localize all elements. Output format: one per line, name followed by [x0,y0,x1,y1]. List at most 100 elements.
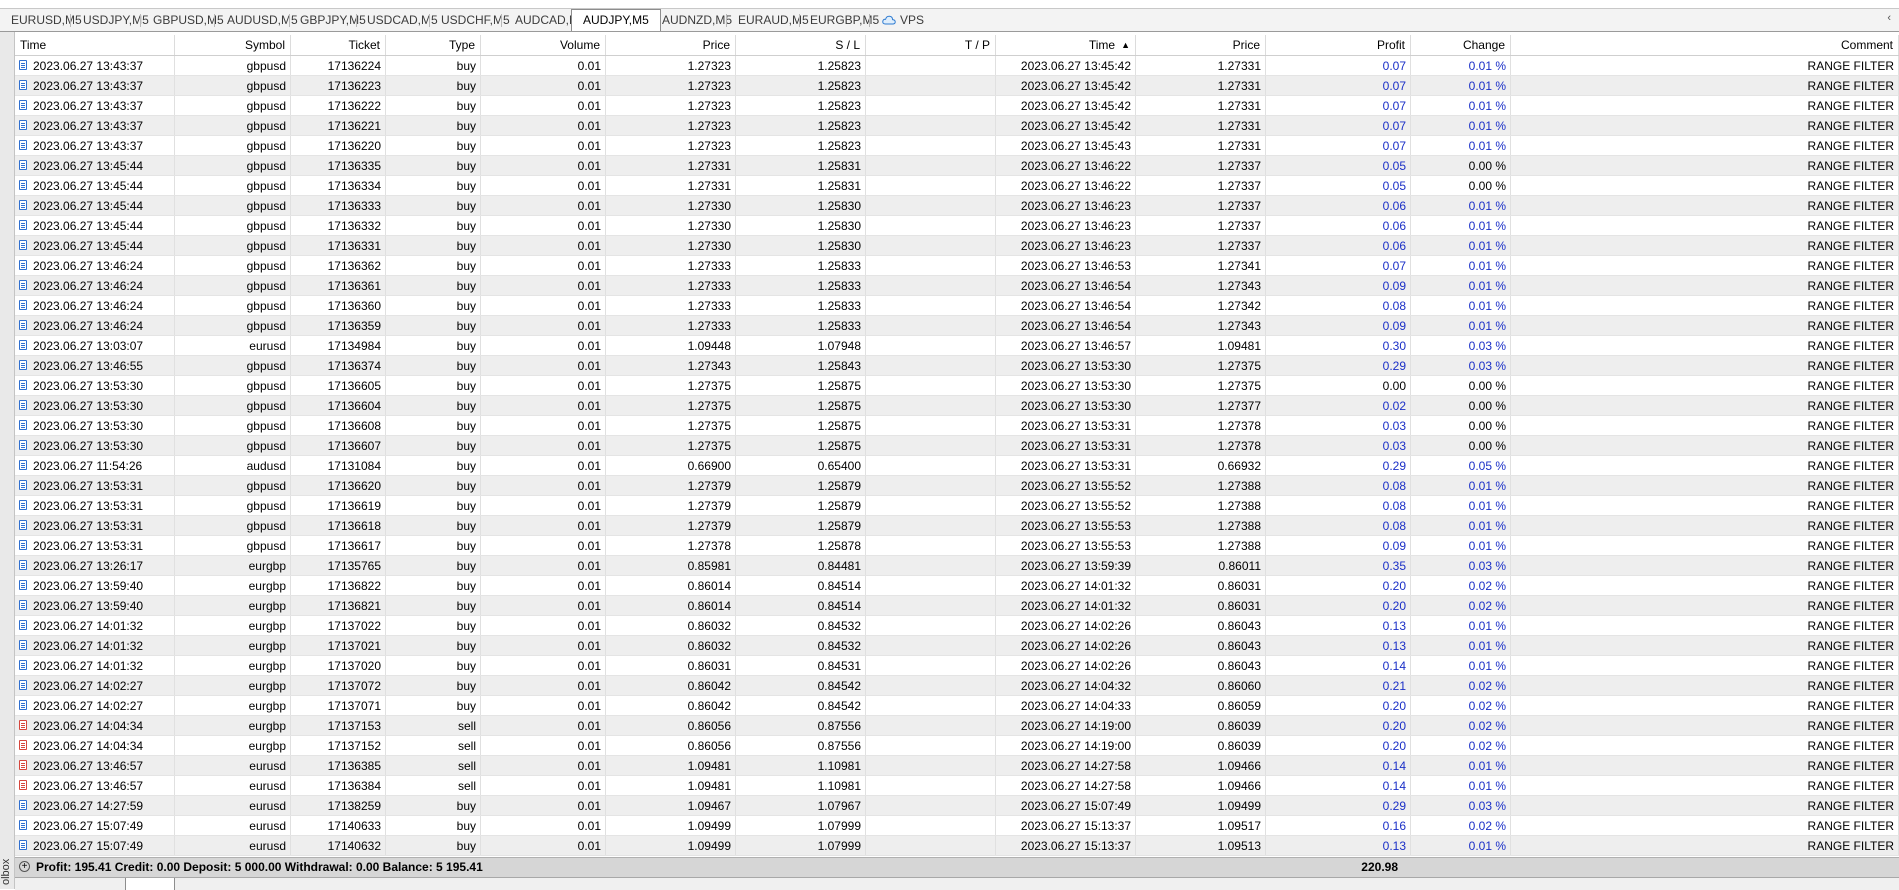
table-row[interactable]: 2023.06.27 14:04:34 eurgbp 17137152 sell 0.0… [15,736,1899,756]
table-row[interactable]: 2023.06.27 13:46:57 eurusd 17136385 sell 0.0… [15,756,1899,776]
table-row[interactable]: 2023.06.27 13:43:37 gbpusd 17136221 buy 0.01… [15,116,1899,136]
tab-usdcad-m5[interactable]: USDCAD,M5 [365,11,438,29]
cell-value: 0.20 [1382,579,1406,593]
cell-tp [866,576,996,595]
cell-value: 1.25830 [817,219,861,233]
table-row[interactable]: 2023.06.27 13:45:44 gbpusd 17136332 buy 0.01… [15,216,1899,236]
cell-price-close: 1.09513 [1136,836,1266,855]
table-row[interactable]: 2023.06.27 13:53:30 gbpusd 17136604 buy 0.01… [15,396,1899,416]
cell-type: buy [386,796,481,815]
table-row[interactable]: 2023.06.27 13:46:57 eurusd 17136384 sell 0.0… [15,776,1899,796]
table-row[interactable]: 2023.06.27 13:53:31 gbpusd 17136617 buy 0.01… [15,536,1899,556]
column-header-sl[interactable]: S / L [736,35,866,55]
table-row[interactable]: 2023.06.27 14:02:27 eurgbp 17137071 buy 0.01… [15,696,1899,716]
cell-volume: 0.01 [481,756,606,775]
table-row[interactable]: 2023.06.27 14:04:34 eurgbp 17137153 sell 0.0… [15,716,1899,736]
table-row[interactable]: 2023.06.27 13:03:07 eurusd 17134984 buy 0.01… [15,336,1899,356]
table-row[interactable]: 2023.06.27 13:43:37 gbpusd 17136224 buy 0.01… [15,56,1899,76]
table-row[interactable]: 2023.06.27 11:54:26 audusd 17131084 buy 0.01… [15,456,1899,476]
expand-plus-icon[interactable]: + [19,861,30,872]
table-row[interactable]: 2023.06.27 13:43:37 gbpusd 17136222 buy 0.01… [15,96,1899,116]
table-row[interactable]: 2023.06.27 13:59:40 eurgbp 17136821 buy 0.01… [15,596,1899,616]
table-row[interactable]: 2023.06.27 14:02:27 eurgbp 17137072 buy 0.01… [15,676,1899,696]
column-header-profit[interactable]: Profit [1266,35,1411,55]
table-row[interactable]: 2023.06.27 13:46:24 gbpusd 17136362 buy 0.01… [15,256,1899,276]
cell-value: buy [456,659,476,673]
cell-symbol: gbpusd [175,316,291,335]
cell-symbol: eurgbp [175,556,291,575]
column-header-comment[interactable]: Comment [1511,35,1899,55]
tab-usdjpy-m5[interactable]: USDJPY,M5 [81,11,149,29]
toolbox-side-panel[interactable] [0,32,15,889]
column-header-price-open[interactable]: Price [606,35,736,55]
cell-price-close: 1.27375 [1136,376,1266,395]
table-row[interactable]: 2023.06.27 13:53:30 gbpusd 17136605 buy 0.01… [15,376,1899,396]
bottom-tab-active[interactable] [125,878,175,890]
cell-ticket: 17137022 [291,616,386,635]
table-row[interactable]: 2023.06.27 13:53:31 gbpusd 17136619 buy 0.01… [15,496,1899,516]
cell-value: 0.01 [577,479,601,493]
table-row[interactable]: 2023.06.27 13:53:31 gbpusd 17136618 buy 0.01… [15,516,1899,536]
table-row[interactable]: 2023.06.27 14:01:32 eurgbp 17137020 buy 0.01… [15,656,1899,676]
table-row[interactable]: 2023.06.27 13:45:44 gbpusd 17136333 buy 0.01… [15,196,1899,216]
table-row[interactable]: 2023.06.27 13:46:24 gbpusd 17136360 buy 0.01… [15,296,1899,316]
table-row[interactable]: 2023.06.27 14:01:32 eurgbp 17137021 buy 0.01… [15,636,1899,656]
cell-change: 0.01 % [1411,116,1511,135]
cell-value: 17140632 [327,839,381,853]
table-row[interactable]: 2023.06.27 13:53:30 gbpusd 17136608 buy 0.01… [15,416,1899,436]
column-header-time-open[interactable]: Time [15,35,175,55]
cell-value: 2023.06.27 13:46:24 [33,279,144,293]
table-row[interactable]: 2023.06.27 14:27:59 eurusd 17138259 buy 0.01… [15,796,1899,816]
column-header-ticket[interactable]: Ticket [291,35,386,55]
table-row[interactable]: 2023.06.27 13:53:31 gbpusd 17136620 buy 0.01… [15,476,1899,496]
column-header-time-close[interactable]: Time ▲ [996,35,1136,55]
table-row[interactable]: 2023.06.27 13:53:30 gbpusd 17136607 buy 0.01… [15,436,1899,456]
table-row[interactable]: 2023.06.27 13:43:37 gbpusd 17136223 buy 0.01… [15,76,1899,96]
cell-value: 2023.06.27 13:53:31 [33,519,144,533]
cell-time-close: 2023.06.27 13:46:54 [996,316,1136,335]
cell-value: gbpusd [246,379,286,393]
column-header-type[interactable]: Type [386,35,481,55]
table-row[interactable]: 2023.06.27 13:45:44 gbpusd 17136335 buy 0.01… [15,156,1899,176]
cell-value: 1.27331 [687,159,731,173]
tabs-scroll-icon[interactable]: ‹ [1887,12,1891,24]
cell-price-open: 0.86056 [606,736,736,755]
tab-usdchf-m5[interactable]: USDCHF,M5 [439,11,510,29]
tab-audnzd-m5[interactable]: AUDNZD,M5 [660,11,732,29]
table-row[interactable]: 2023.06.27 15:07:49 eurusd 17140633 buy 0.01… [15,816,1899,836]
cell-value: buy [456,819,476,833]
table-row[interactable]: 2023.06.27 15:07:49 eurusd 17140632 buy 0.01… [15,836,1899,856]
cell-ticket: 17137021 [291,636,386,655]
cell-volume: 0.01 [481,736,606,755]
cell-change: 0.01 % [1411,536,1511,555]
tab-vps[interactable]: VPS [880,11,924,29]
table-row[interactable]: 2023.06.27 13:59:40 eurgbp 17136822 buy 0.01… [15,576,1899,596]
cell-change: 0.01 % [1411,256,1511,275]
cell-sl: 0.84514 [736,596,866,615]
column-header-volume[interactable]: Volume [481,35,606,55]
column-header-symbol[interactable]: Symbol [175,35,291,55]
cell-value: 1.27337 [1217,159,1261,173]
tab-audusd-m5[interactable]: AUDUSD,M5 [225,11,298,29]
table-row[interactable]: 2023.06.27 13:45:44 gbpusd 17136331 buy 0.01… [15,236,1899,256]
column-header-tp[interactable]: T / P [866,35,996,55]
table-row[interactable]: 2023.06.27 13:46:24 gbpusd 17136359 buy 0.01… [15,316,1899,336]
cell-ticket: 17140633 [291,816,386,835]
tab-audjpy-m5[interactable]: AUDJPY,M5 [571,9,661,31]
cell-value: gbpusd [246,79,286,93]
table-row[interactable]: 2023.06.27 13:46:24 gbpusd 17136361 buy 0.01… [15,276,1899,296]
cell-value: 0.02 % [1468,579,1506,593]
column-header-change[interactable]: Change [1411,35,1511,55]
tab-separator [214,14,215,27]
cell-profit: 0.14 [1266,656,1411,675]
table-row[interactable]: 2023.06.27 13:26:17 eurgbp 17135765 buy 0.01… [15,556,1899,576]
tab-euraud-m5[interactable]: EURAUD,M5 [736,11,809,29]
table-row[interactable]: 2023.06.27 13:45:44 gbpusd 17136334 buy 0.01… [15,176,1899,196]
table-row[interactable]: 2023.06.27 13:43:37 gbpusd 17136220 buy 0.01… [15,136,1899,156]
cell-comment: RANGE FILTER [1511,476,1899,495]
table-row[interactable]: 2023.06.27 14:01:32 eurgbp 17137022 buy 0.01… [15,616,1899,636]
table-row[interactable]: 2023.06.27 13:46:55 gbpusd 17136374 buy 0.01… [15,356,1899,376]
tab-gbpusd-m5[interactable]: GBPUSD,M5 [151,11,224,29]
cell-value: 0.03 % [1468,359,1506,373]
column-header-price-close[interactable]: Price [1136,35,1266,55]
